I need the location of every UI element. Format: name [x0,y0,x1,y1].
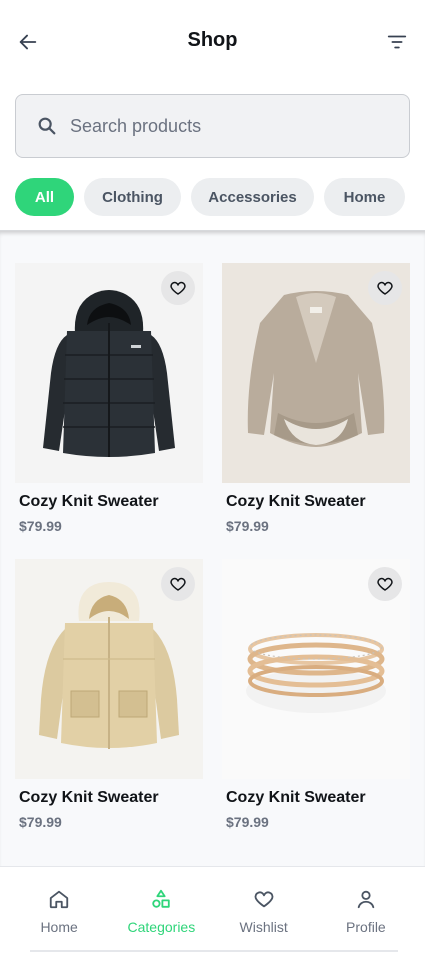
nav-label: Categories [127,919,196,935]
heart-icon [252,887,276,911]
product-name: Cozy Knit Sweater [19,493,159,510]
nav-label: Wishlist [239,919,288,935]
nav-item-profile[interactable]: Profile [316,887,416,935]
product-price: $79.99 [226,518,269,534]
user-icon [354,887,378,911]
filter-icon [387,35,407,49]
product-name: Cozy Knit Sweater [226,493,366,510]
filter-button[interactable] [383,28,411,56]
categories-icon [149,887,173,911]
product-price: $79.99 [226,814,269,830]
bottom-nav: Home Categories Wishlist Profile [0,866,425,954]
product-card[interactable]: Cozy Knit Sweater $79.99 [222,559,410,831]
nav-item-categories[interactable]: Categories [111,887,211,935]
product-price: $79.99 [19,518,62,534]
product-card[interactable]: Cozy Knit Sweater $79.99 [15,559,203,831]
nav-item-home[interactable]: Home [9,887,109,935]
chip-all[interactable]: All [15,178,74,216]
chip-clothing[interactable]: Clothing [84,178,181,216]
nav-label: Home [40,919,78,935]
category-chips: All Clothing Accessories Home [15,178,405,216]
heart-icon [377,577,393,591]
nav-label: Profile [346,919,386,935]
favorite-button[interactable] [368,271,402,305]
heart-icon [170,577,186,591]
search-bar [15,94,410,158]
app-header: Shop [0,0,425,84]
search-icon [36,115,58,137]
favorite-button[interactable] [368,567,402,601]
home-indicator [30,950,398,952]
page-title: Shop [187,29,238,51]
product-card[interactable]: Cozy Knit Sweater $79.99 [15,263,203,535]
product-card[interactable]: Cozy Knit Sweater $79.99 [222,263,410,535]
search-input[interactable] [70,115,370,137]
product-list: Cozy Knit Sweater $79.99 Cozy Knit Sweat… [0,230,425,866]
nav-item-wishlist[interactable]: Wishlist [214,887,314,935]
favorite-button[interactable] [161,567,195,601]
favorite-button[interactable] [161,271,195,305]
product-grid: Cozy Knit Sweater $79.99 Cozy Knit Sweat… [15,263,410,831]
product-name: Cozy Knit Sweater [226,789,366,806]
chip-home[interactable]: Home [324,178,405,216]
home-icon [47,887,71,911]
product-name: Cozy Knit Sweater [19,789,159,806]
chip-accessories[interactable]: Accessories [191,178,314,216]
heart-icon [170,281,186,295]
product-price: $79.99 [19,814,62,830]
heart-icon [377,281,393,295]
